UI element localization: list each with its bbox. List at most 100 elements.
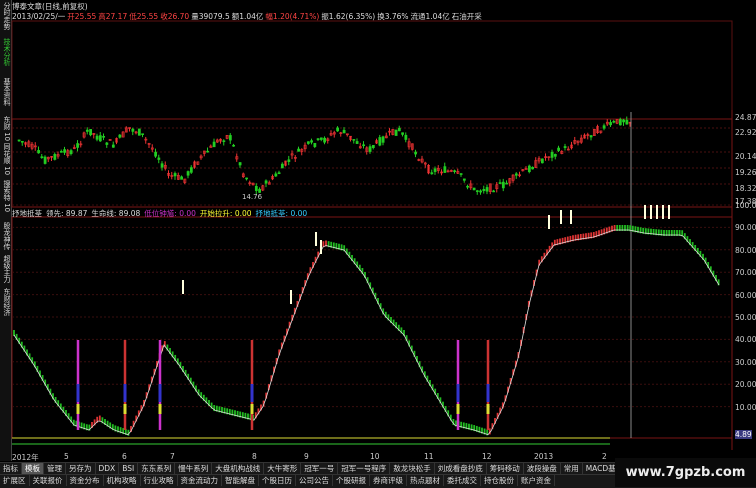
candle-body — [414, 151, 418, 155]
signal-block — [158, 404, 162, 414]
candle-body — [485, 187, 489, 192]
kline-chart[interactable]: 14.76 — [0, 0, 756, 487]
indicator-tick-label: 20.00 — [735, 380, 756, 390]
toolbar-tab[interactable]: 管理 — [44, 463, 66, 474]
candle-body — [527, 165, 531, 173]
candle-body — [105, 142, 109, 145]
price-panel-frame — [11, 118, 733, 208]
toolbar-tab[interactable]: 大盘机构战线 — [212, 463, 265, 474]
toolbar-tab[interactable]: 刘成看盘抄底 — [435, 463, 487, 474]
candle-body — [20, 140, 24, 143]
indicator-field: 开始拉升: 0.00 — [199, 209, 252, 218]
toolbar-tab[interactable]: 券商评级 — [370, 475, 407, 486]
toolbar-tab[interactable]: 行业攻略 — [141, 475, 178, 486]
indicator-tick-label: 90.00 — [735, 223, 756, 233]
toolbar-tab[interactable]: 资金分布 — [67, 475, 104, 486]
toolbar-tab[interactable]: 常用 — [561, 463, 583, 474]
signal-block — [123, 404, 127, 414]
time-tick-label: 5 — [64, 452, 69, 461]
toolbar-tab[interactable]: 关联报价 — [30, 475, 67, 486]
candle-body — [245, 177, 249, 180]
candle-body — [131, 128, 135, 132]
candle-body — [459, 173, 463, 175]
toolbar-tab[interactable]: 个股日历 — [259, 475, 296, 486]
candle-body — [43, 156, 47, 164]
indicator-field: 低位钟馗: 0.00 — [144, 209, 196, 218]
candle-body — [310, 140, 314, 143]
top-panel-frame — [11, 20, 733, 120]
toolbar-tab[interactable]: 账户资金 — [518, 475, 555, 486]
candle-body — [492, 190, 496, 193]
signal-block — [76, 404, 80, 414]
signal-marker — [182, 280, 184, 294]
candle-body — [505, 182, 509, 185]
candle-body — [258, 188, 262, 193]
toolbar-tab[interactable]: 另存为 — [66, 463, 96, 474]
candle-body — [228, 135, 232, 141]
toolbar-tab[interactable]: 筹码移动 — [487, 463, 524, 474]
candle-body — [297, 148, 301, 152]
candle-body — [232, 144, 236, 147]
candle-body — [368, 146, 372, 152]
toolbar-tab[interactable]: 持仓股份 — [481, 475, 518, 486]
indicator-field: 抒地抵荃 — [12, 209, 42, 218]
signal-marker — [570, 210, 572, 224]
toolbar-tab[interactable]: 公司公告 — [296, 475, 333, 486]
candle-body — [89, 129, 93, 136]
candle-body — [141, 133, 145, 135]
signal-marker — [656, 205, 658, 219]
signal-marker — [548, 215, 550, 229]
candle-body — [277, 172, 281, 174]
candle-body — [222, 140, 226, 143]
candle-body — [160, 163, 164, 168]
toolbar-tab[interactable]: 指标 — [0, 463, 22, 474]
toolbar-tab[interactable]: 东东系列 — [138, 463, 176, 474]
signal-marker — [320, 240, 322, 254]
time-tick-label: 12 — [482, 452, 492, 461]
toolbar-tab[interactable]: 扩展区 — [0, 475, 30, 486]
candle-body — [352, 139, 356, 141]
toolbar-tab[interactable]: 波段操盘 — [524, 463, 561, 474]
candle-body — [59, 151, 63, 153]
indicator-last-value: 4.89 — [735, 430, 752, 439]
candle-body — [85, 129, 89, 132]
price-tick-label: 22.92 — [735, 128, 756, 137]
candle-body — [313, 143, 317, 147]
toolbar-tab[interactable]: 冠军一号程序 — [338, 463, 391, 474]
toolbar-tab[interactable]: 热点题材 — [407, 475, 444, 486]
candle-body — [550, 151, 554, 158]
toolbar-tab[interactable]: BSI — [119, 463, 139, 474]
candle-body — [378, 137, 382, 146]
candle-body — [40, 156, 44, 159]
candle-body — [111, 144, 115, 148]
indicator-tick-label: 80.00 — [735, 245, 756, 255]
candle-body — [472, 187, 476, 191]
candle-body — [622, 119, 626, 123]
toolbar-tab[interactable]: 资金流动力 — [178, 475, 222, 486]
time-tick-label: 9 — [304, 452, 309, 461]
toolbar-tab[interactable]: DDX — [96, 463, 120, 474]
candle-body — [37, 150, 41, 154]
toolbar-tab[interactable]: 冠军一号 — [301, 463, 339, 474]
candle-body — [401, 132, 405, 135]
time-tick-label: 8 — [252, 452, 257, 461]
toolbar-tab[interactable]: 机构攻略 — [104, 475, 141, 486]
toolbar-tab[interactable]: 敖龙块松手 — [390, 463, 435, 474]
toolbar-tab[interactable]: 慢牛系列 — [175, 463, 213, 474]
time-tick-label: 7 — [170, 452, 175, 461]
candle-body — [69, 150, 73, 155]
candle-body — [563, 146, 567, 149]
candle-body — [53, 154, 57, 160]
candle-body — [602, 125, 606, 129]
signal-marker — [290, 290, 292, 304]
signal-block — [486, 404, 490, 414]
signal-block — [158, 384, 162, 402]
toolbar-tab[interactable]: 大牛寄形 — [264, 463, 302, 474]
candle-body — [355, 141, 359, 144]
toolbar-tab[interactable]: 委托成交 — [444, 475, 481, 486]
signal-block — [76, 384, 80, 402]
toolbar-tab[interactable]: 模板 — [22, 463, 44, 474]
toolbar-tab[interactable]: 个股研报 — [333, 475, 370, 486]
toolbar-tab[interactable]: 智能解盘 — [222, 475, 259, 486]
signal-marker — [668, 205, 670, 219]
